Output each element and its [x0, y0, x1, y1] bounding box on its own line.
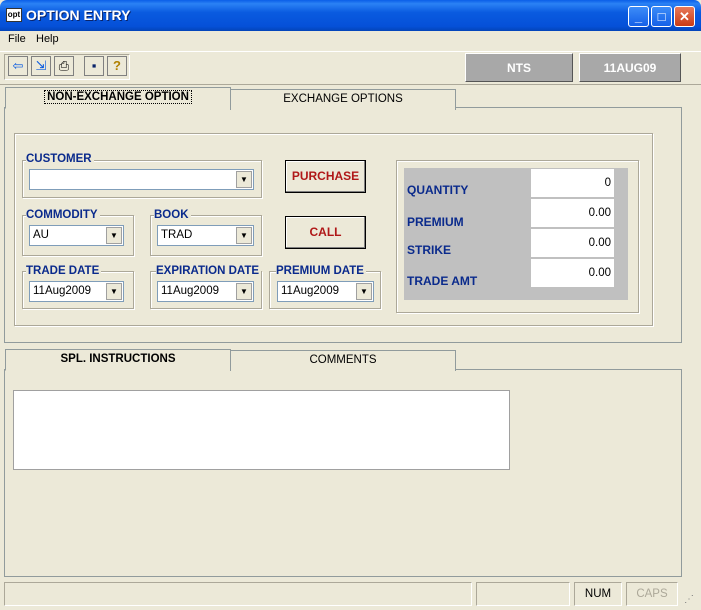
expiration-date-label: EXPIRATION DATE [156, 265, 262, 277]
maximize-button[interactable]: □ [651, 6, 672, 27]
strike-field[interactable]: 0.00 [531, 229, 614, 257]
import-icon[interactable]: ⇲ [31, 56, 51, 76]
book-combo[interactable]: TRAD ▼ [157, 225, 254, 246]
window-title: OPTION ENTRY [26, 7, 131, 23]
resize-grip-icon[interactable]: ⋰ [684, 594, 694, 605]
commodity-value: AU [33, 229, 49, 241]
strike-label: STRIKE [407, 243, 452, 257]
app-icon: opt [6, 8, 22, 22]
chevron-down-icon[interactable]: ▼ [236, 171, 252, 188]
instructions-textarea[interactable] [13, 390, 510, 470]
customer-combo[interactable]: ▼ [29, 169, 254, 190]
premium-label: PREMIUM [407, 215, 464, 229]
expiration-date-value: 11Aug2009 [161, 285, 219, 297]
tab-label: NON-EXCHANGE OPTION [44, 90, 192, 104]
tab-comments[interactable]: COMMENTS [230, 350, 456, 371]
minimize-button[interactable]: _ [628, 6, 649, 27]
print-icon[interactable]: ⎙ [54, 56, 74, 76]
status-caps: CAPS [626, 582, 678, 606]
menu-file[interactable]: File [8, 33, 26, 45]
chevron-down-icon[interactable]: ▼ [106, 283, 122, 300]
trade-date-value: 11Aug2009 [33, 285, 91, 297]
quantity-field[interactable]: 0 [531, 169, 614, 197]
expiration-date-picker[interactable]: 11Aug2009 ▼ [157, 281, 254, 302]
premium-date-label: PREMIUM DATE [276, 265, 366, 277]
close-button[interactable]: ✕ [674, 6, 695, 27]
exit-icon[interactable]: ⇦ [8, 56, 28, 76]
help-icon[interactable]: ? [107, 56, 127, 76]
commodity-combo[interactable]: AU ▼ [29, 225, 124, 246]
tab-label: EXCHANGE OPTIONS [283, 93, 403, 105]
purchase-button[interactable]: PURCHASE [285, 160, 366, 193]
chevron-down-icon[interactable]: ▼ [356, 283, 372, 300]
commodity-label: COMMODITY [26, 209, 100, 221]
tab-exchange-options[interactable]: EXCHANGE OPTIONS [230, 89, 456, 110]
trade-date-picker[interactable]: 11Aug2009 ▼ [29, 281, 124, 302]
chevron-down-icon[interactable]: ▼ [236, 283, 252, 300]
trade-date-label: TRADE DATE [26, 265, 102, 277]
status-message [4, 582, 472, 606]
quantity-label: QUANTITY [407, 183, 469, 197]
tab-spl-instructions[interactable]: SPL. INSTRUCTIONS [5, 349, 231, 371]
premium-date-value: 11Aug2009 [281, 285, 339, 297]
status-num: NUM [574, 582, 622, 606]
status-date: 11AUG09 [579, 53, 681, 82]
menu-help[interactable]: Help [36, 33, 59, 45]
tab-label: COMMENTS [309, 354, 377, 366]
call-button[interactable]: CALL [285, 216, 366, 249]
tab-non-exchange-option[interactable]: NON-EXCHANGE OPTION [5, 87, 231, 109]
chevron-down-icon[interactable]: ▼ [236, 227, 252, 244]
chevron-down-icon[interactable]: ▼ [106, 227, 122, 244]
save-icon[interactable]: ▪ [84, 56, 104, 76]
customer-label: CUSTOMER [26, 153, 94, 165]
menu-bar [0, 31, 701, 49]
tab-label: SPL. INSTRUCTIONS [60, 353, 176, 365]
book-value: TRAD [161, 229, 193, 241]
book-label: BOOK [154, 209, 191, 221]
premium-date-picker[interactable]: 11Aug2009 ▼ [277, 281, 374, 302]
trade-amt-label: TRADE AMT [407, 274, 478, 288]
status-pane [476, 582, 570, 606]
status-user: NTS [465, 53, 573, 82]
trade-amt-field[interactable]: 0.00 [531, 259, 614, 287]
premium-field[interactable]: 0.00 [531, 199, 614, 227]
